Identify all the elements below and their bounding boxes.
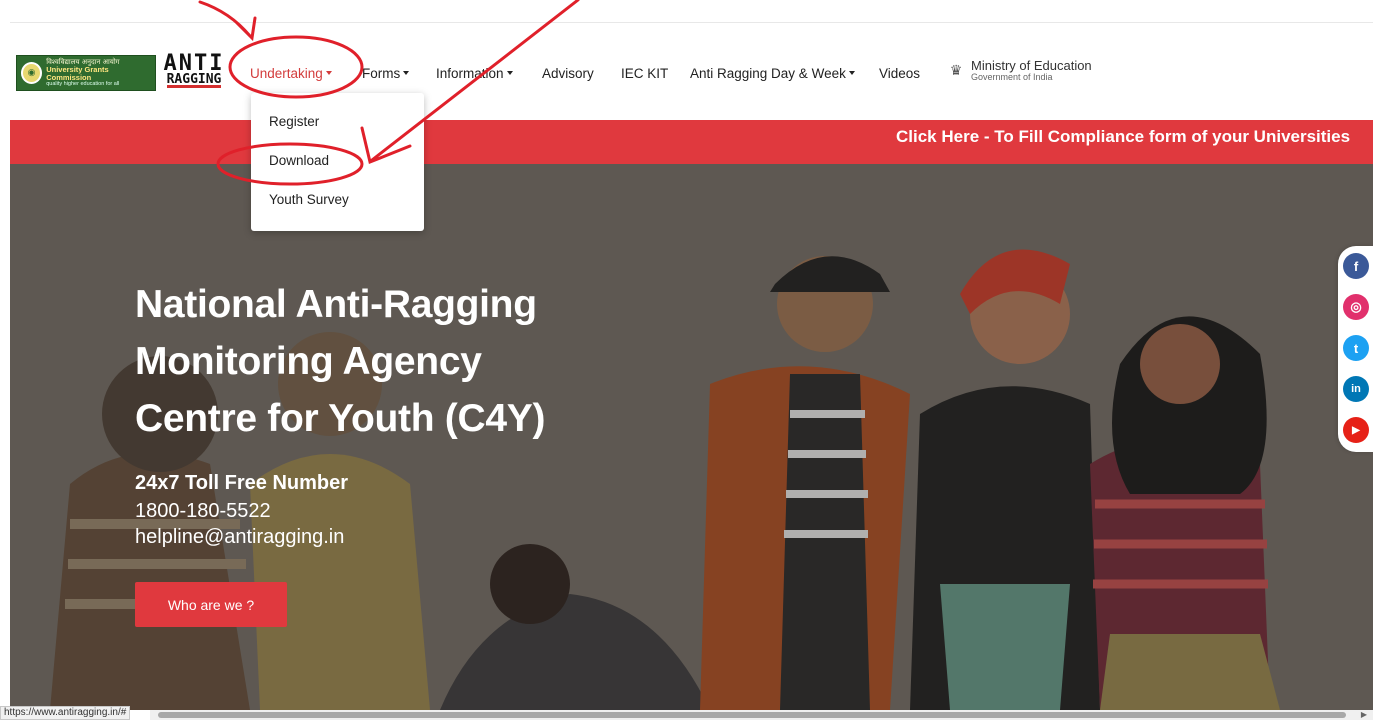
- linkedin-icon[interactable]: in: [1343, 376, 1369, 402]
- anti-ragging-logo-top: ANTI: [163, 50, 225, 76]
- youtube-icon[interactable]: ▶: [1343, 417, 1369, 443]
- nav-information[interactable]: Information: [436, 66, 542, 81]
- compliance-marquee-bar: Click Here - To Fill Compliance form of …: [10, 120, 1373, 164]
- caret-down-icon: [325, 71, 332, 75]
- hero-title-line-2: Monitoring Agency: [135, 340, 482, 383]
- ugc-logo[interactable]: ◉ विश्वविद्यालय अनुदान आयोग University G…: [16, 55, 156, 91]
- navbar: ◉ विश्वविद्यालय अनुदान आयोग University G…: [10, 23, 1373, 120]
- hero-title: National Anti-Ragging Monitoring Agency …: [135, 276, 655, 447]
- caret-down-icon: [848, 71, 855, 75]
- social-sidebar: f ◎ t in ▶: [1338, 246, 1373, 452]
- compliance-link[interactable]: Click Here - To Fill Compliance form of …: [896, 127, 1350, 147]
- nav-anti-ragging-day[interactable]: Anti Ragging Day & Week: [690, 66, 879, 81]
- ministry-logo-text: Ministry of Education Government of Indi…: [971, 57, 1092, 83]
- nav-iec-kit-label: IEC KIT: [621, 65, 669, 81]
- caret-down-icon: [506, 71, 513, 75]
- nav-anti-ragging-day-label: Anti Ragging Day & Week: [690, 65, 846, 81]
- caret-down-icon: [403, 71, 410, 75]
- ministry-logo[interactable]: ♛ Ministry of Education Government of In…: [947, 53, 1107, 89]
- toll-free-number: 1800-180-5522: [135, 500, 271, 522]
- nav-advisory[interactable]: Advisory: [542, 66, 621, 81]
- nav-videos-label: Videos: [879, 65, 921, 81]
- main-nav: Undertaking Forms Information Advisory I…: [250, 63, 939, 83]
- ministry-title: Ministry of Education: [971, 57, 1092, 73]
- scroll-right-arrow-icon[interactable]: ▶: [1359, 710, 1369, 720]
- nav-undertaking[interactable]: Undertaking: [250, 66, 362, 81]
- ugc-emblem-icon: ◉: [21, 62, 43, 84]
- who-are-we-button[interactable]: Who are we ?: [135, 582, 287, 627]
- nav-forms[interactable]: Forms: [362, 66, 436, 81]
- ministry-subtitle: Government of India: [971, 72, 1053, 83]
- twitter-icon[interactable]: t: [1343, 335, 1369, 361]
- dropdown-item-youth-survey[interactable]: Youth Survey: [269, 192, 349, 207]
- nav-information-label: Information: [436, 65, 504, 81]
- anti-ragging-logo-bottom: RAGGING: [166, 71, 222, 89]
- dropdown-item-download[interactable]: Download: [269, 153, 329, 168]
- toll-free-label: 24x7 Toll Free Number: [135, 472, 349, 494]
- status-bar-url: https://www.antiragging.in/#: [0, 706, 131, 720]
- helpline-email: helpline@antiragging.in: [135, 526, 345, 548]
- nav-forms-label: Forms: [362, 65, 401, 81]
- page: ◉ विश्वविद्यालय अनुदान आयोग University G…: [0, 0, 1373, 720]
- undertaking-dropdown-menu: Register Download Youth Survey: [251, 93, 424, 231]
- nav-videos[interactable]: Videos: [879, 66, 939, 81]
- horizontal-scrollbar-thumb[interactable]: [158, 712, 1346, 718]
- anti-ragging-logo[interactable]: ANTI RAGGING: [159, 49, 229, 93]
- dropdown-item-register[interactable]: Register: [269, 114, 319, 129]
- ugc-tagline: quality higher education for all: [46, 80, 120, 87]
- nav-advisory-label: Advisory: [542, 65, 594, 81]
- ashoka-emblem-icon: ♛: [949, 63, 963, 79]
- hero-banner: National Anti-Ragging Monitoring Agency …: [10, 164, 1373, 710]
- facebook-icon[interactable]: f: [1343, 253, 1369, 279]
- ugc-english-name: University Grants Commission: [46, 64, 109, 82]
- top-strip: [0, 0, 1373, 22]
- ugc-logo-text: विश्वविद्यालय अनुदान आयोग University Gra…: [46, 58, 151, 88]
- instagram-icon[interactable]: ◎: [1343, 294, 1369, 320]
- hero-title-line-1: National Anti-Ragging: [135, 283, 537, 326]
- nav-undertaking-label: Undertaking: [250, 65, 323, 81]
- nav-iec-kit[interactable]: IEC KIT: [621, 66, 690, 81]
- hero-title-line-3: Centre for Youth (C4Y): [135, 397, 546, 440]
